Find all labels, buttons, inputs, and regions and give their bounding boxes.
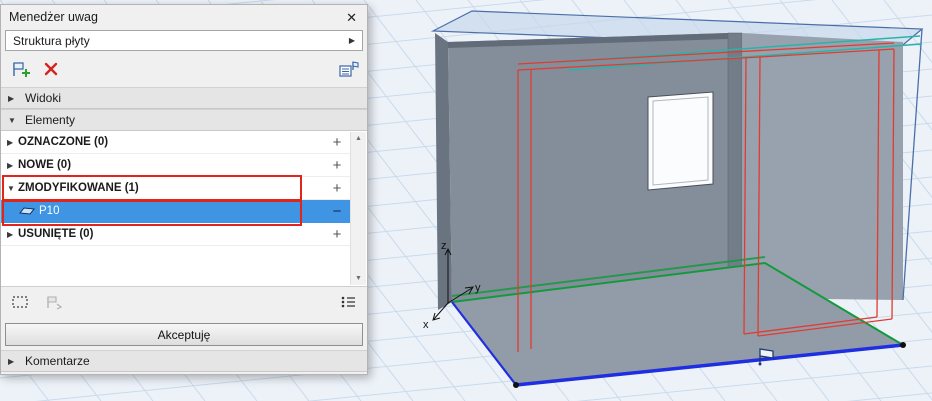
add-elements-button[interactable]: + — [324, 180, 350, 197]
slab-node-left[interactable] — [513, 382, 519, 388]
section-label: Widoki — [25, 91, 62, 105]
window — [647, 91, 714, 191]
corner-column — [727, 32, 743, 299]
chevron-down-icon[interactable]: ▼ — [7, 184, 18, 193]
delete-note-icon[interactable] — [43, 61, 59, 80]
chevron-right-icon[interactable]: ▶ — [7, 138, 18, 147]
section-label: Komentarze — [25, 354, 90, 368]
elements-list: ▶ OZNACZONE (0) + ▶ NOWE (0) + ▼ ZMODYFI… — [1, 131, 367, 287]
section-header-komentarze[interactable]: ▶ Komentarze — [1, 350, 367, 372]
list-options-icon[interactable] — [339, 294, 357, 313]
category-label: NOWE (0) — [18, 159, 72, 171]
category-label: OZNACZONE (0) — [18, 136, 109, 148]
category-label: ZMODYFIKOWANE (1) — [18, 182, 139, 194]
application-window: z y x Menedżer uwag ✕ Struktura płyty ▶ — [0, 0, 932, 401]
note-settings-icon[interactable] — [337, 59, 359, 82]
model: z y x — [423, 10, 924, 388]
list-scrollbar[interactable]: ▲ ▼ — [350, 132, 366, 285]
add-elements-button[interactable]: + — [324, 226, 350, 243]
scroll-up-icon[interactable]: ▲ — [355, 132, 362, 145]
category-row-oznaczone[interactable]: ▶ OZNACZONE (0) + — [1, 131, 350, 154]
element-row-p10[interactable]: P10 − — [1, 200, 350, 223]
top-toolbar — [1, 53, 367, 87]
panel-title: Menedżer uwag — [9, 10, 98, 24]
panel-titlebar[interactable]: Menedżer uwag ✕ — [1, 5, 367, 29]
slab-node-right[interactable] — [900, 342, 906, 348]
category-row-zmodyfikowane[interactable]: ▼ ZMODYFIKOWANE (1) + — [1, 177, 350, 200]
axis-label-x: x — [423, 319, 429, 331]
slab-icon — [19, 206, 39, 216]
category-row-usuniete[interactable]: ▶ USUNIĘTE (0) + — [1, 223, 350, 246]
dropdown-arrow-icon: ▶ — [348, 36, 355, 45]
chevron-right-icon: ▶ — [8, 356, 15, 366]
comments-manager-panel: Menedżer uwag ✕ Struktura płyty ▶ ▶ Wido… — [0, 4, 368, 375]
section-header-elementy[interactable]: ▼ Elementy — [1, 109, 367, 131]
add-note-icon[interactable] — [9, 59, 31, 82]
axis-label-y: y — [475, 282, 481, 294]
element-label: P10 — [39, 205, 60, 217]
add-elements-button[interactable]: + — [324, 134, 350, 151]
accept-button[interactable]: Akceptuję — [5, 323, 363, 346]
section-header-widoki[interactable]: ▶ Widoki — [1, 87, 367, 109]
bottom-toolbar — [1, 287, 367, 319]
section-label: Elementy — [25, 113, 76, 127]
add-elements-button[interactable]: + — [324, 157, 350, 174]
zoom-to-note-icon[interactable] — [43, 294, 63, 313]
chevron-down-icon: ▼ — [8, 115, 16, 125]
category-row-nowe[interactable]: ▶ NOWE (0) + — [1, 154, 350, 177]
scheme-dropdown-value: Struktura płyty — [13, 33, 90, 48]
scheme-dropdown[interactable]: Struktura płyty ▶ — [5, 30, 363, 51]
axis-label-z: z — [441, 240, 447, 252]
scroll-down-icon[interactable]: ▼ — [355, 272, 362, 285]
remove-element-button[interactable]: − — [324, 203, 350, 220]
marquee-select-icon[interactable] — [11, 295, 29, 312]
close-icon[interactable]: ✕ — [346, 11, 357, 24]
chevron-right-icon: ▶ — [8, 93, 15, 103]
chevron-right-icon[interactable]: ▶ — [7, 230, 18, 239]
category-label: USUNIĘTE (0) — [18, 228, 94, 240]
chevron-right-icon[interactable]: ▶ — [7, 161, 18, 170]
